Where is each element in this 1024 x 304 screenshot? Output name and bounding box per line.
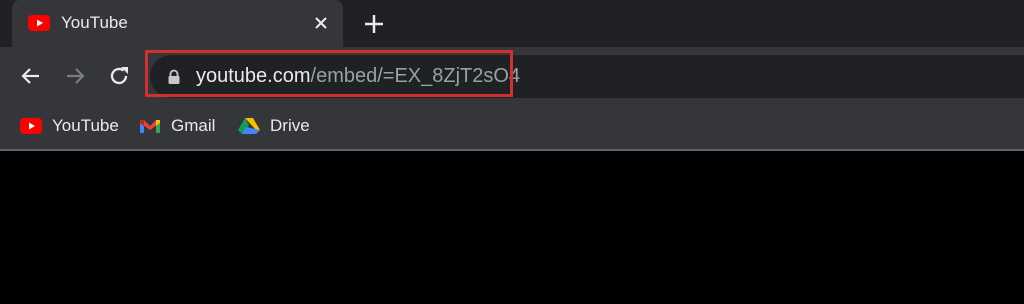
bookmarks-bar: YouTube Gmail Drive	[0, 103, 1024, 149]
tab-youtube[interactable]: YouTube	[12, 0, 343, 47]
url-path: /embed/=EX_8ZjT2sO4	[310, 65, 521, 87]
google-drive-icon	[238, 118, 260, 134]
tab-strip: YouTube	[0, 0, 1024, 47]
close-icon[interactable]	[312, 14, 330, 32]
tab-title: YouTube	[61, 13, 128, 32]
bookmark-youtube[interactable]: YouTube	[20, 113, 119, 139]
reload-icon[interactable]	[107, 64, 131, 88]
youtube-icon	[28, 15, 50, 31]
lock-icon[interactable]	[167, 69, 181, 85]
plus-icon[interactable]	[363, 13, 385, 35]
bookmark-label: YouTube	[52, 116, 119, 135]
url-text[interactable]: youtube.com/embed/=EX_8ZjT2sO4	[196, 63, 520, 89]
bookmark-label: Gmail	[171, 116, 216, 135]
bookmark-label: Drive	[270, 116, 310, 135]
toolbar: youtube.com/embed/=EX_8ZjT2sO4	[0, 47, 1024, 103]
arrow-left-icon[interactable]	[19, 64, 43, 88]
bookmark-gmail[interactable]: Gmail	[139, 113, 215, 139]
bookmark-drive[interactable]: Drive	[238, 113, 310, 139]
url-host: youtube.com	[196, 65, 311, 87]
page-content[interactable]	[0, 151, 1024, 304]
arrow-right-icon[interactable]	[63, 64, 87, 88]
youtube-icon	[20, 118, 42, 134]
gmail-icon	[140, 120, 160, 133]
browser-window: YouTube youtube.com/embed/=EX_8ZjT2sO4 Y…	[0, 0, 1024, 304]
